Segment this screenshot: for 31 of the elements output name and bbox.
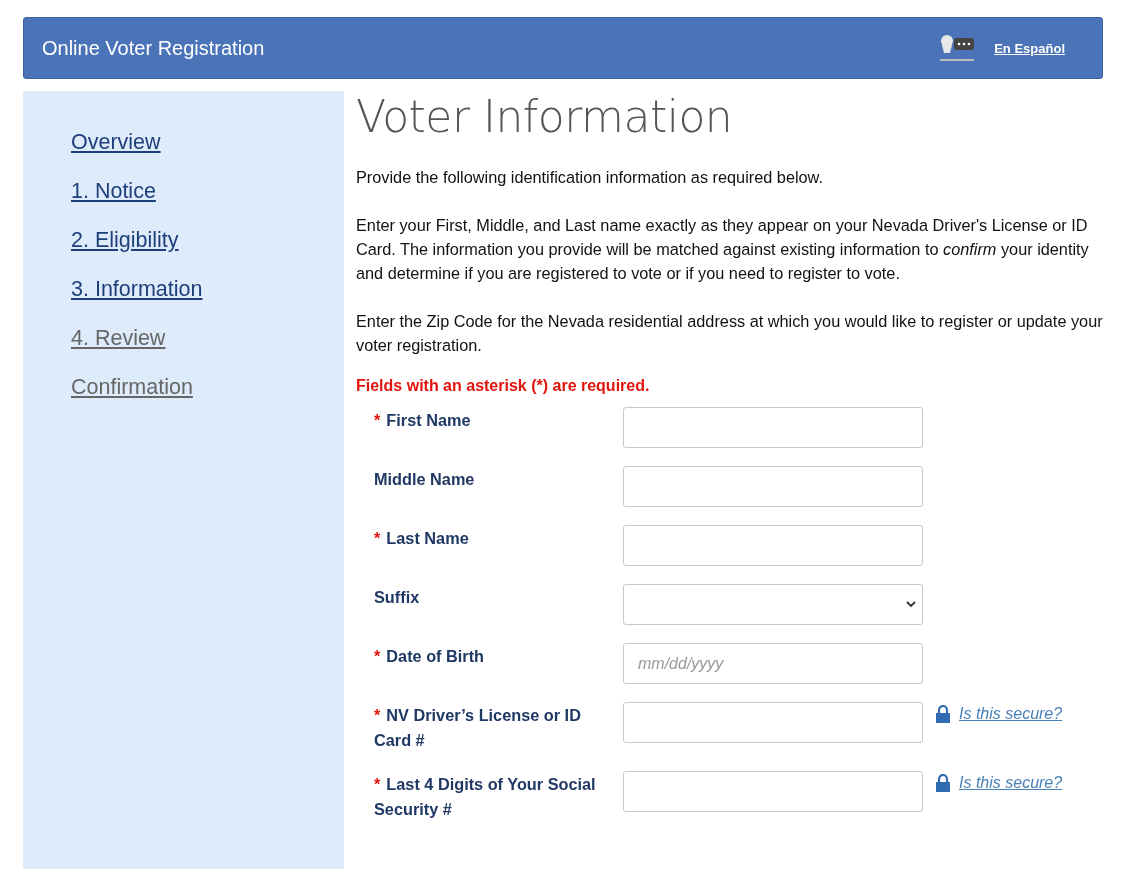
chevron-down-icon — [906, 601, 916, 608]
suffix-dropdown[interactable] — [623, 584, 923, 625]
field-label: Suffix — [374, 587, 421, 608]
field-label: * NV Driver’s License or ID Card # — [374, 705, 582, 751]
field-label: * Date of Birth — [374, 646, 486, 667]
required-note: Fields with an asterisk (*) are required. — [356, 377, 651, 395]
instruction-text: Provide the following identification information as required below. — [356, 167, 824, 188]
speaker-icon — [938, 33, 977, 63]
site-title: Online Voter Registration — [42, 36, 266, 60]
input-field[interactable] — [623, 407, 923, 448]
input-field[interactable] — [623, 466, 923, 507]
field-label: * First Name — [374, 410, 472, 431]
field-label: * Last 4 Digits of Your Social Security # — [374, 774, 597, 820]
sidebar-link[interactable]: 1. Notice — [71, 178, 156, 205]
input-field[interactable]: mm/dd/yyyy — [623, 643, 923, 684]
lock-icon — [935, 705, 951, 723]
lock-icon — [935, 774, 951, 792]
field-label: * Last Name — [374, 528, 470, 549]
input-field[interactable] — [623, 702, 923, 743]
sidebar-link[interactable]: Overview — [71, 129, 161, 156]
secure-link[interactable]: Is this secure? — [935, 705, 1063, 723]
input-field[interactable] — [623, 525, 923, 566]
sidebar-link[interactable]: 3. Information — [71, 276, 203, 303]
field-label: Middle Name — [374, 469, 476, 490]
language-link[interactable]: En Español — [994, 40, 1065, 56]
instruction-text: Enter your First, Middle, and Last name exactly as they appear on your Nevada Driver's License or ID Card. The information you provide will be matched against existing information to confirm your identity and determine if you are registered to vote or if you need to register to vote. — [356, 215, 1090, 284]
sidebar-link[interactable]: 2. Eligibility — [71, 227, 179, 254]
secure-link[interactable]: Is this secure? — [935, 774, 1063, 792]
page-title: Voter Information — [356, 91, 734, 143]
instruction-text: Enter the Zip Code for the Nevada residential address at which you would like to register or update your voter registration. — [356, 311, 1103, 356]
input-field[interactable] — [623, 771, 923, 812]
